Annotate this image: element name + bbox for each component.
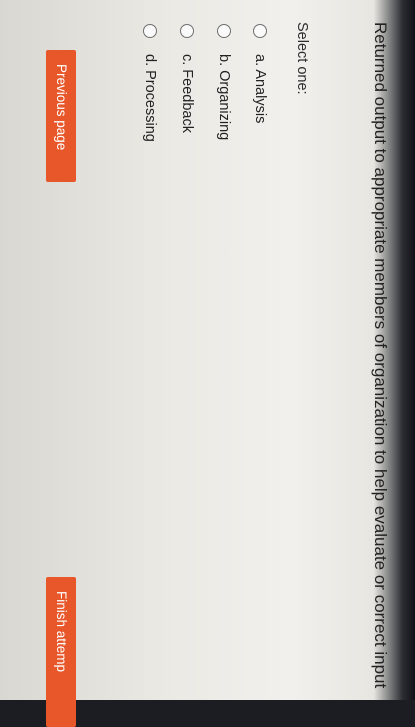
photo-backdrop: Returned output to appropriate members o… [0,0,415,727]
option-c[interactable]: c. Feedback [176,24,198,133]
option-label: c. Feedback [179,54,195,133]
option-a[interactable]: a. Analysis [249,24,271,123]
select-one-label: Select one: [294,22,310,95]
option-d[interactable]: d. Processing [139,24,161,142]
quiz-page: Returned output to appropriate members o… [16,22,396,727]
radio-icon[interactable] [180,24,194,38]
finish-attempt-button[interactable]: Finish attemp [46,577,76,727]
option-label: a. Analysis [252,54,268,124]
option-label: d. Processing [142,54,158,142]
question-text: Returned output to appropriate members o… [371,22,390,689]
radio-icon[interactable] [253,24,267,38]
radio-icon[interactable] [143,24,157,38]
previous-page-button[interactable]: Previous page [46,50,76,182]
radio-icon[interactable] [217,24,231,38]
option-label: b. Organizing [216,54,232,141]
option-b[interactable]: b. Organizing [213,24,235,140]
